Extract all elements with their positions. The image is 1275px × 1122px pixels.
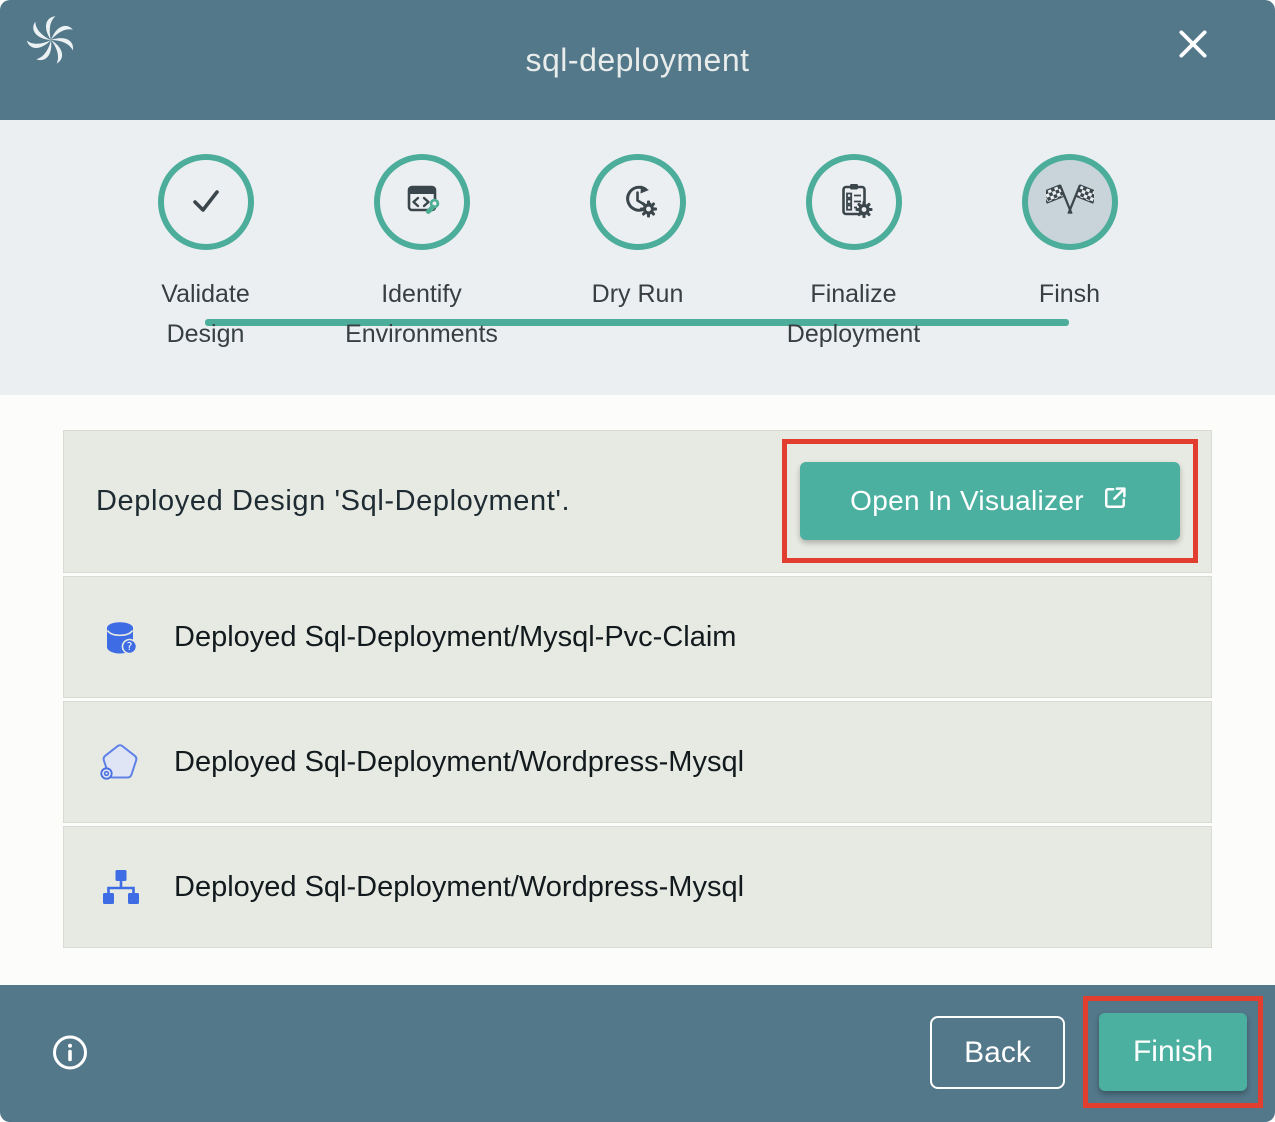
svg-text:?: ?: [127, 641, 133, 653]
step-identify-environments: Identify Environments: [314, 154, 530, 354]
step-label: Dry Run: [592, 274, 684, 314]
step-dry-run: Dry Run: [530, 154, 746, 354]
result-row-wordpress-mysql-1: Deployed Sql-Deployment/Wordpress-Mysql: [63, 701, 1212, 823]
step-label: Finsh: [1039, 274, 1100, 314]
step-finish: Finsh: [962, 154, 1178, 354]
step-label: Finalize Deployment: [773, 274, 935, 354]
finish-button[interactable]: Finish: [1099, 1013, 1247, 1091]
deployed-design-text: Deployed Design 'Sql-Deployment'.: [64, 485, 570, 518]
step-finalize-deployment: Finalize Deployment: [746, 154, 962, 354]
checkered-flags-icon: [1046, 176, 1094, 229]
dialog-header: sql-deployment: [0, 0, 1275, 120]
info-icon: [50, 1060, 90, 1075]
step-label: Validate Design: [125, 274, 287, 354]
dialog-title: sql-deployment: [0, 42, 1275, 79]
back-button[interactable]: Back: [930, 1016, 1065, 1089]
check-icon: [182, 176, 230, 229]
result-row-wordpress-mysql-2: Deployed Sql-Deployment/Wordpress-Mysql: [63, 826, 1212, 948]
dry-run-icon: [614, 176, 662, 229]
results-panel: Deployed Design 'Sql-Deployment'. Open I…: [0, 395, 1275, 985]
stepper: Validate Design: [0, 120, 1275, 395]
code-config-icon: [398, 176, 446, 229]
step-validate-design: Validate Design: [98, 154, 314, 354]
open-in-new-icon: [1100, 483, 1130, 520]
clipboard-gear-icon: [830, 176, 878, 229]
result-row-text: Deployed Sql-Deployment/Wordpress-Mysql: [174, 746, 744, 779]
result-row-text: Deployed Sql-Deployment/Wordpress-Mysql: [174, 871, 744, 904]
open-in-visualizer-button[interactable]: Open In Visualizer: [800, 462, 1180, 540]
database-question-icon: ?: [96, 613, 144, 661]
close-button[interactable]: [1169, 20, 1217, 71]
result-row-text: Deployed Sql-Deployment/Mysql-Pvc-Claim: [174, 621, 736, 654]
open-in-visualizer-label: Open In Visualizer: [850, 485, 1084, 517]
info-button[interactable]: [50, 1032, 90, 1075]
deployed-design-row: Deployed Design 'Sql-Deployment'. Open I…: [63, 430, 1212, 573]
highlight-box-open-in-visualizer: Open In Visualizer: [782, 439, 1198, 563]
result-row-pvc-claim: ? Deployed Sql-Deployment/Mysql-Pvc-Clai…: [63, 576, 1212, 698]
meshery-logo-icon: [26, 14, 76, 69]
hierarchy-icon: [96, 863, 144, 911]
pentagon-badge-icon: [96, 738, 144, 786]
step-label: Identify Environments: [341, 274, 503, 354]
highlight-box-finish: Finish: [1083, 996, 1263, 1108]
deployment-wizard-dialog: sql-deployment Validate Design: [0, 0, 1275, 1122]
dialog-footer: Back Finish: [0, 985, 1275, 1122]
close-icon: [1173, 52, 1213, 67]
